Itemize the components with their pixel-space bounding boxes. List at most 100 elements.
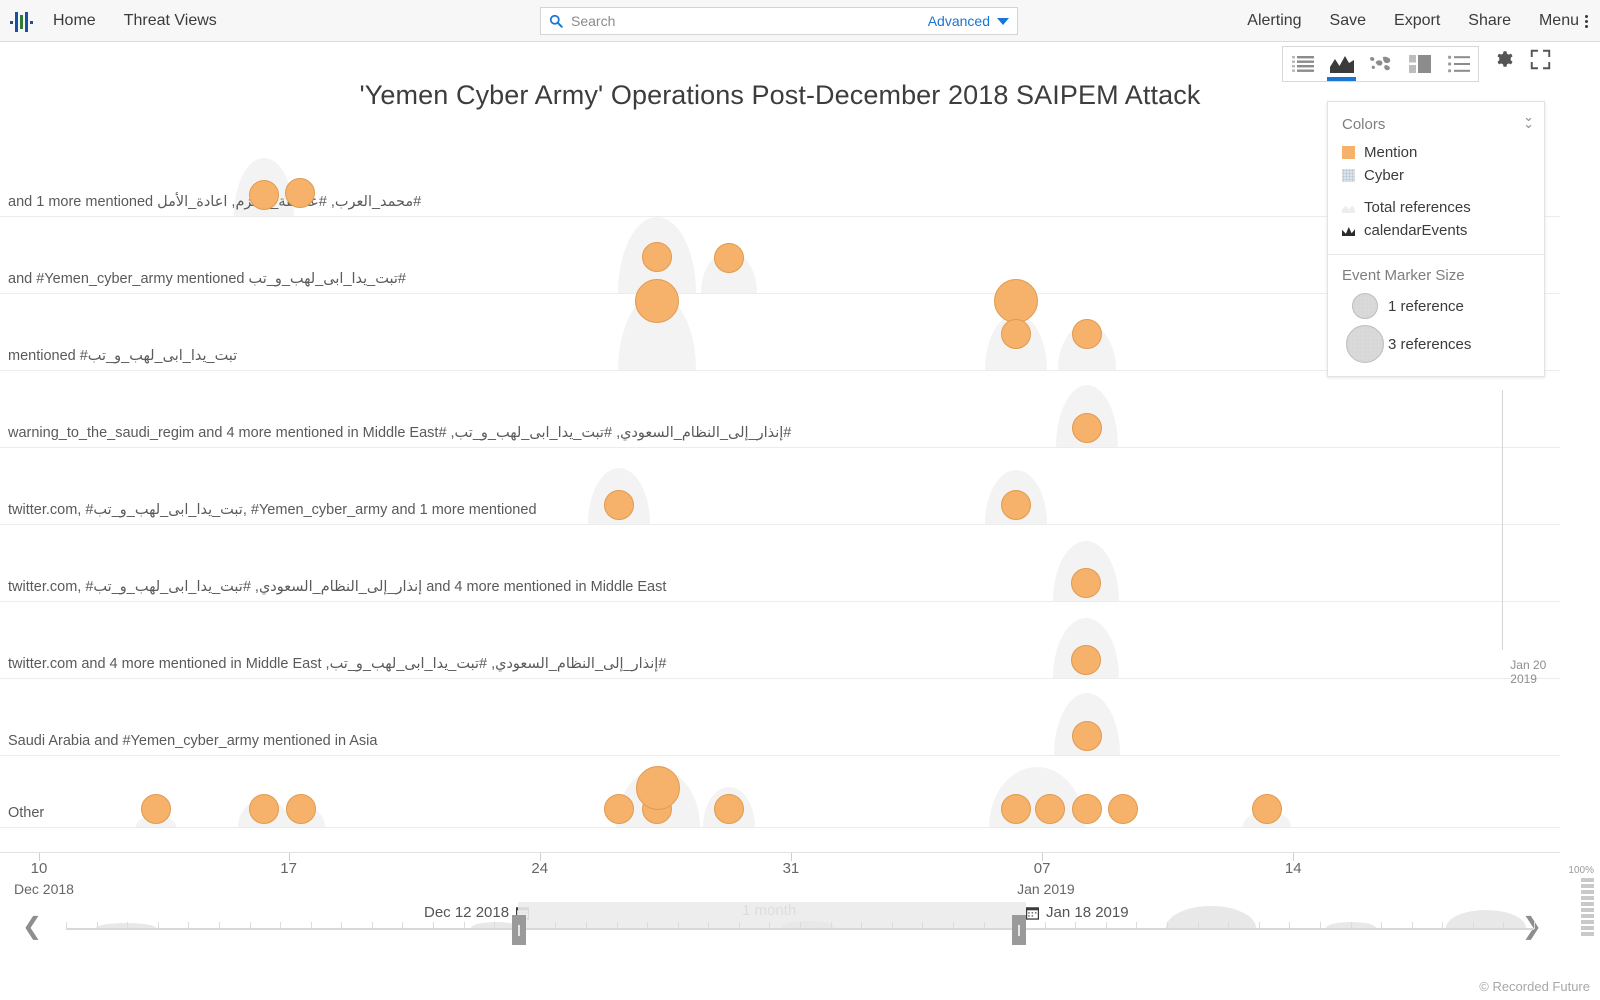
nav-item-share[interactable]: Share xyxy=(1454,0,1525,42)
event-marker[interactable] xyxy=(284,178,315,208)
timeline-row-label: #محمد_العرب, #عاصفة_الحزم, اعادة_الأمل a… xyxy=(8,194,422,210)
legend-label-calendar-events: calendarEvents xyxy=(1364,222,1468,239)
list-view-icon xyxy=(1291,56,1314,72)
view-button-detail-list[interactable] xyxy=(1439,47,1478,81)
advanced-label: Advanced xyxy=(927,13,990,29)
area-chart-icon xyxy=(1329,56,1354,73)
search-box[interactable]: Advanced xyxy=(540,7,1018,35)
legend-size-heading: Event Marker Size xyxy=(1342,267,1465,284)
event-marker[interactable] xyxy=(634,279,679,323)
advanced-search-toggle[interactable]: Advanced xyxy=(928,13,1009,29)
timeline-row-label: Saudi Arabia and #Yemen_cyber_army menti… xyxy=(8,733,378,749)
search-icon xyxy=(549,14,563,28)
event-marker[interactable] xyxy=(713,794,744,824)
chevron-left-icon[interactable]: ❮ xyxy=(22,915,42,939)
slider-handle-start[interactable] xyxy=(512,915,526,945)
nav-item-export[interactable]: Export xyxy=(1380,0,1454,42)
mention-swatch-icon xyxy=(1342,146,1355,159)
tile-view-icon xyxy=(1408,55,1431,73)
event-marker[interactable] xyxy=(993,279,1038,323)
legend-item-calendar-events[interactable]: calendarEvents xyxy=(1328,219,1544,242)
top-navbar: Home Threat Views Advanced Alerting Save… xyxy=(0,0,1600,42)
event-marker[interactable] xyxy=(636,766,681,810)
timeline-row: #إنذار_إلى_النظام_السعودي, #تبت_يدا_ابى_… xyxy=(0,371,1560,448)
axis-tick-label: 31 xyxy=(782,860,800,877)
axis-tick-label: 07 xyxy=(1033,860,1051,877)
nav-item-alerting[interactable]: Alerting xyxy=(1233,0,1315,42)
gear-icon[interactable] xyxy=(1494,48,1516,70)
timeline-row-label: #تبت_يدا_ابى_لهب_و_تب and #Yemen_cyber_a… xyxy=(8,271,406,287)
legend-colors-heading: Colors xyxy=(1342,116,1386,133)
page-title: 'Yemen Cyber Army' Operations Post-Decem… xyxy=(359,80,1201,110)
timeline-plot: #محمد_العرب, #عاصفة_الحزم, اعادة_الأمل a… xyxy=(0,140,1560,855)
event-marker[interactable] xyxy=(1000,794,1031,824)
timeline-app: Home Threat Views Advanced Alerting Save… xyxy=(0,0,1600,1000)
event-marker[interactable] xyxy=(713,243,744,273)
view-button-tiles[interactable] xyxy=(1400,47,1439,81)
timeline-row-label: Other xyxy=(8,805,45,821)
nav-item-menu[interactable]: Menu xyxy=(1525,0,1592,42)
timeline-row: Saudi Arabia and #Yemen_cyber_army menti… xyxy=(0,679,1560,756)
timeline-row: #إنذار_إلى_النظام_السعودي, #تبت_يدا_ابى_… xyxy=(0,602,1560,679)
slider-end-label: Jan 18 2019 xyxy=(1046,904,1129,921)
legend-label-mention: Mention xyxy=(1364,144,1418,161)
legend-label-total-references: Total references xyxy=(1364,199,1471,216)
axis-tick-label: 10 xyxy=(30,860,48,877)
timeline-row: #محمد_العرب, #عاصفة_الحزم, اعادة_الأمل a… xyxy=(0,140,1560,217)
event-marker[interactable] xyxy=(1000,319,1031,349)
world-map-icon xyxy=(1369,56,1390,71)
timeline-row-label: twitter.com, #تبت_يدا_ابى_لهب_و_تب, #Yem… xyxy=(8,502,537,518)
slider-handle-end[interactable] xyxy=(1012,915,1026,945)
annotation-label: Jan 20 2019 xyxy=(1510,658,1547,686)
marker-size-large-icon xyxy=(1346,325,1384,363)
event-marker[interactable] xyxy=(1070,568,1101,598)
view-button-map[interactable] xyxy=(1361,47,1400,81)
legend-panel: ⌄ ⌄ Colors Mention Cyber Total references… xyxy=(1327,101,1545,377)
total-references-area-icon xyxy=(1342,201,1355,214)
nav-item-threat-views[interactable]: Threat Views xyxy=(110,0,231,42)
legend-item-cyber[interactable]: Cyber xyxy=(1328,164,1544,187)
marker-size-small-icon xyxy=(1352,293,1378,319)
event-marker[interactable] xyxy=(1251,794,1282,824)
zoom-level-label: 100% xyxy=(1568,865,1594,876)
legend-item-total-references[interactable]: Total references xyxy=(1328,196,1544,219)
nav-item-home[interactable]: Home xyxy=(39,0,110,42)
legend-size-3-references: 3 references xyxy=(1328,322,1544,366)
timeline-row: twitter.com, #إنذار_إلى_النظام_السعودي, … xyxy=(0,525,1560,602)
timeline-row-label: #إنذار_إلى_النظام_السعودي, #تبت_يدا_ابى_… xyxy=(8,425,792,441)
event-marker[interactable] xyxy=(141,794,171,824)
annotation-line xyxy=(1502,390,1504,650)
search-input[interactable] xyxy=(569,12,928,30)
event-marker[interactable] xyxy=(1000,490,1031,520)
view-button-timeline[interactable] xyxy=(1322,47,1361,81)
legend-item-mention[interactable]: Mention xyxy=(1328,141,1544,164)
detail-list-icon xyxy=(1447,55,1470,73)
event-marker[interactable] xyxy=(641,242,672,272)
event-marker[interactable] xyxy=(1034,794,1065,824)
recorded-future-logo[interactable] xyxy=(10,10,33,32)
fullscreen-icon[interactable] xyxy=(1530,49,1551,70)
timeline-row: تبت_يدا_ابى_لهب_و_تب# mentioned xyxy=(0,294,1560,371)
axis-month-label: Jan 2019 xyxy=(1017,881,1075,897)
chevron-double-down-icon[interactable]: ⌄ ⌄ xyxy=(1523,110,1534,130)
slider-end-date[interactable]: Jan 18 2019 xyxy=(1026,904,1129,921)
legend-size-1-reference: 1 reference xyxy=(1328,290,1544,322)
time-range-slider: Dec 12 2018 1 month Jan 18 2019 ❮ ❯ xyxy=(0,900,1600,968)
event-marker[interactable] xyxy=(1072,794,1103,824)
kebab-menu-icon xyxy=(1585,14,1588,28)
slider-ticks xyxy=(66,922,1535,929)
timeline-row: Other xyxy=(0,756,1560,828)
event-marker[interactable] xyxy=(1070,645,1101,675)
cyber-swatch-icon xyxy=(1342,169,1355,182)
nav-item-save[interactable]: Save xyxy=(1316,0,1380,42)
timeline-row-label: #إنذار_إلى_النظام_السعودي, #تبت_يدا_ابى_… xyxy=(8,656,667,672)
event-marker[interactable] xyxy=(1108,794,1139,824)
timeline-row: #تبت_يدا_ابى_لهب_و_تب and #Yemen_cyber_a… xyxy=(0,217,1560,323)
timeline-row-label: twitter.com, #إنذار_إلى_النظام_السعودي, … xyxy=(8,579,667,595)
nav-right-group: Alerting Save Export Share Menu xyxy=(1233,0,1592,42)
event-marker[interactable] xyxy=(248,180,279,210)
view-button-list[interactable] xyxy=(1283,47,1322,81)
event-marker[interactable] xyxy=(286,794,317,824)
event-marker[interactable] xyxy=(248,794,279,824)
chart-tools xyxy=(1494,48,1551,70)
